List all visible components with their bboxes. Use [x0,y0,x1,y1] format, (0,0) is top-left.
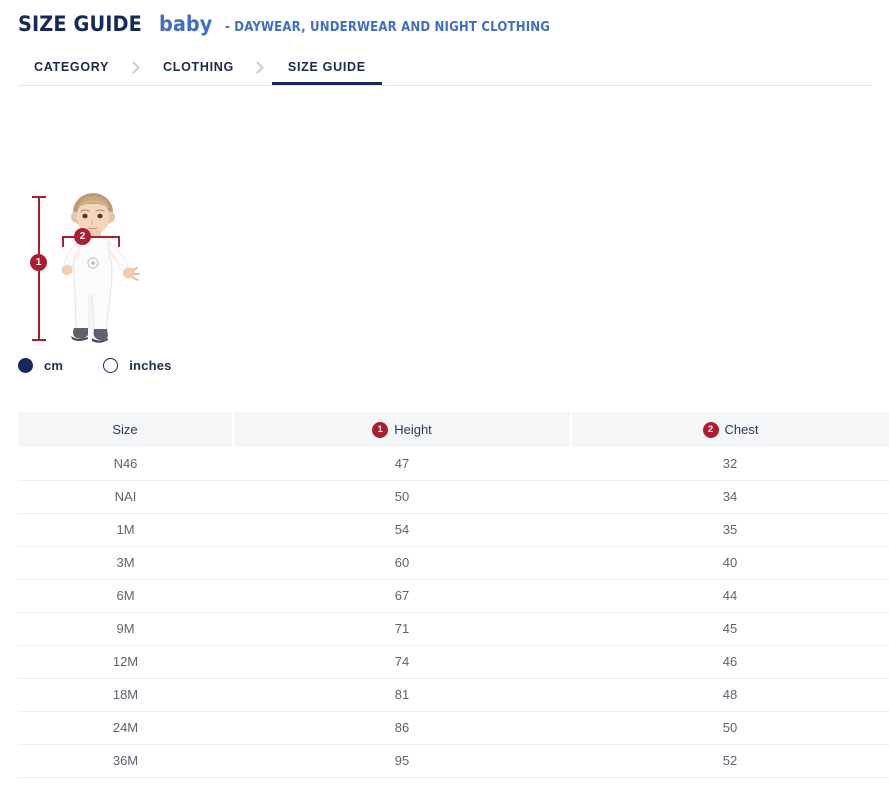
cell-size: 12M [18,645,233,678]
cell-height: 81 [233,678,571,711]
chest-measure-cap-right [118,236,120,247]
breadcrumb-item-label: CATEGORY [34,60,109,74]
chest-column-badge: 2 [703,422,719,438]
cell-size: 1M [18,513,233,546]
table-row: 9M 71 45 [18,612,889,645]
cell-size: 36M [18,744,233,777]
cell-size: NAI [18,480,233,513]
measurement-illustration: 1 2 [18,190,178,350]
table-row: 24M 86 50 [18,711,889,744]
height-marker-badge: 1 [30,254,47,271]
radio-inches[interactable] [103,358,118,373]
page-title-subtitle: - DAYWEAR, UNDERWEAR AND NIGHT CLOTHING [225,19,550,35]
chest-measure-cap-left [62,236,64,247]
cell-size: 18M [18,678,233,711]
cell-size: 6M [18,579,233,612]
chevron-right-icon [125,49,147,85]
cell-chest: 46 [571,645,889,678]
cell-height: 54 [233,513,571,546]
column-header-label: Size [112,422,137,437]
cell-chest: 52 [571,744,889,777]
chevron-right-icon [250,49,272,85]
cell-chest: 35 [571,513,889,546]
height-column-badge: 1 [372,422,388,438]
height-measure-cap-top [32,196,46,198]
unit-selector: cm inches [18,358,212,373]
page-title-main: SIZE GUIDE [18,12,142,36]
unit-option-label: cm [44,358,63,373]
breadcrumb: CATEGORY CLOTHING SIZE GUIDE [18,49,382,85]
table-row: 12M 74 46 [18,645,889,678]
size-guide-page: SIZE GUIDE baby - DAYWEAR, UNDERWEAR AND… [0,0,889,791]
column-header-chest: 2 Chest [571,412,889,447]
table-row: 18M 81 48 [18,678,889,711]
breadcrumb-item-clothing[interactable]: CLOTHING [147,49,250,85]
breadcrumb-item-category[interactable]: CATEGORY [18,49,125,85]
unit-option-inches[interactable]: inches [103,358,171,373]
column-header-label: Height [394,422,432,437]
cell-height: 67 [233,579,571,612]
cell-chest: 40 [571,546,889,579]
cell-size: N46 [18,447,233,480]
cell-size: 3M [18,546,233,579]
table-row: NAI 50 34 [18,480,889,513]
baby-photo [54,190,154,345]
column-header-height: 1 Height [233,412,571,447]
breadcrumb-item-label: CLOTHING [163,60,234,74]
breadcrumb-item-label: SIZE GUIDE [288,60,366,74]
cell-size: 24M [18,711,233,744]
cell-size: 9M [18,612,233,645]
table-row: 36M 95 52 [18,744,889,777]
unit-option-cm[interactable]: cm [18,358,63,373]
cell-chest: 44 [571,579,889,612]
breadcrumb-item-size-guide[interactable]: SIZE GUIDE [272,49,382,85]
cell-height: 95 [233,744,571,777]
size-table: Size 1 Height 2 Chest [18,412,889,778]
cell-height: 74 [233,645,571,678]
height-measure-cap-bottom [32,339,46,341]
table-row: N46 47 32 [18,447,889,480]
chest-marker-badge: 2 [74,228,91,245]
column-header-label: Chest [725,422,759,437]
size-table-body: N46 47 32 NAI 50 34 1M 54 35 3M 60 40 6M [18,447,889,777]
cell-height: 50 [233,480,571,513]
cell-chest: 48 [571,678,889,711]
table-row: 6M 67 44 [18,579,889,612]
header-divider [18,85,871,86]
cell-chest: 32 [571,447,889,480]
table-row: 3M 60 40 [18,546,889,579]
table-row: 1M 54 35 [18,513,889,546]
page-title: SIZE GUIDE baby - DAYWEAR, UNDERWEAR AND… [18,12,598,36]
cell-height: 47 [233,447,571,480]
column-header-size: Size [18,412,233,447]
chest-measure-line [62,236,120,238]
cell-height: 86 [233,711,571,744]
cell-chest: 50 [571,711,889,744]
size-table-header: Size 1 Height 2 Chest [18,412,889,447]
unit-option-label: inches [129,358,171,373]
cell-chest: 34 [571,480,889,513]
cell-height: 60 [233,546,571,579]
cell-height: 71 [233,612,571,645]
table-header-row: Size 1 Height 2 Chest [18,412,889,447]
page-title-accent: baby [159,12,212,36]
cell-chest: 45 [571,612,889,645]
radio-cm[interactable] [18,358,33,373]
